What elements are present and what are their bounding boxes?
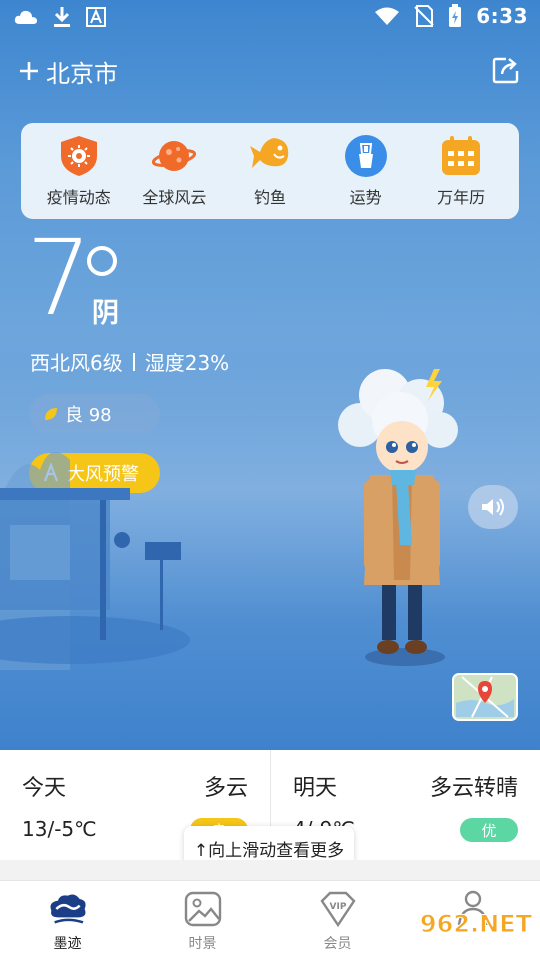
status-bar: 6:33 (0, 0, 540, 36)
weather-hero: 6:33 北京市 疫情动态 全球风云 钓鱼 运势 万年历 7 阴 西北风6级 湿… (0, 0, 540, 750)
tab-label: 时景 (188, 936, 217, 952)
virus-shield-icon (60, 136, 97, 176)
leaf-icon (45, 408, 57, 420)
vip-icon: VIP (319, 891, 356, 928)
forecast-weather: 多云 (203, 776, 248, 801)
add-city-button[interactable]: 北京市 (18, 56, 118, 88)
no-sim-icon (414, 5, 434, 27)
status-bar-left (14, 6, 106, 28)
quick-menu-label: 疫情动态 (46, 188, 111, 207)
site-watermark: 962.NET 乐游网 (419, 910, 533, 957)
quick-menu-label: 钓鱼 (253, 188, 286, 207)
bus-stop-scenery (0, 452, 190, 670)
tab-moji[interactable]: 墨迹 (0, 881, 135, 960)
forecast-day: 明天 (293, 776, 338, 801)
aqi-text: 良 98 (65, 405, 112, 426)
moji-cloud-icon (50, 894, 86, 924)
wind-text: 西北风6级 (30, 351, 123, 375)
fortune-cup-icon (344, 135, 387, 177)
city-name: 北京市 (46, 59, 118, 88)
a-icon (86, 7, 106, 27)
voice-broadcast-button[interactable] (468, 485, 518, 529)
svg-text:962.NET: 962.NET (420, 910, 533, 938)
quick-menu-global[interactable]: 全球风云 (128, 134, 220, 208)
quick-menu: 疫情动态 全球风云 钓鱼 运势 万年历 (21, 123, 519, 219)
watermark-logo: 962.NET 乐游网 (419, 910, 533, 957)
map-button[interactable] (452, 673, 518, 721)
forecast-weather: 多云转晴 (429, 776, 518, 801)
calendar-icon (442, 136, 481, 175)
current-condition: 阴 (92, 298, 119, 329)
fish-icon (249, 138, 289, 168)
quick-menu-fortune[interactable]: 运势 (320, 134, 412, 208)
speaker-icon (482, 498, 504, 516)
tab-label: 墨迹 (53, 936, 82, 952)
forecast-range: 13/-5℃ (22, 817, 97, 841)
tab-label: 会员 (323, 936, 352, 952)
quick-menu-epidemic[interactable]: 疫情动态 (33, 134, 125, 208)
quick-menu-label: 万年历 (437, 188, 486, 207)
wind-humidity: 西北风6级 湿度23% (30, 347, 229, 376)
svg-text:VIP: VIP (329, 902, 346, 912)
tab-vip[interactable]: VIP 会员 (270, 881, 405, 960)
quick-menu-label: 运势 (349, 188, 382, 207)
quick-menu-fishing[interactable]: 钓鱼 (224, 134, 316, 208)
status-time: 6:33 (476, 4, 528, 28)
planet-icon (152, 141, 197, 171)
photo-icon (184, 891, 221, 927)
download-icon (54, 7, 70, 27)
degree-symbol (87, 246, 117, 276)
wifi-icon (375, 7, 400, 25)
battery-icon (449, 4, 462, 27)
weather-character (338, 369, 458, 666)
current-temperature: 7 (26, 217, 93, 339)
aqi-button[interactable]: 良 98 (29, 394, 160, 434)
section-gap (0, 860, 540, 880)
divider (132, 352, 135, 371)
aqi-badge: 优 (460, 818, 518, 842)
status-bar-right: 6:33 (374, 4, 528, 28)
svg-text:乐游网: 乐游网 (487, 938, 532, 956)
cloud-icon (14, 10, 37, 24)
quick-menu-label: 全球风云 (142, 188, 207, 207)
tab-scenery[interactable]: 时景 (135, 881, 270, 960)
quick-menu-calendar[interactable]: 万年历 (415, 134, 507, 208)
plus-icon (20, 62, 38, 80)
forecast-day: 今天 (22, 776, 67, 801)
humidity-text: 湿度23% (144, 351, 230, 375)
share-icon[interactable] (490, 54, 522, 86)
